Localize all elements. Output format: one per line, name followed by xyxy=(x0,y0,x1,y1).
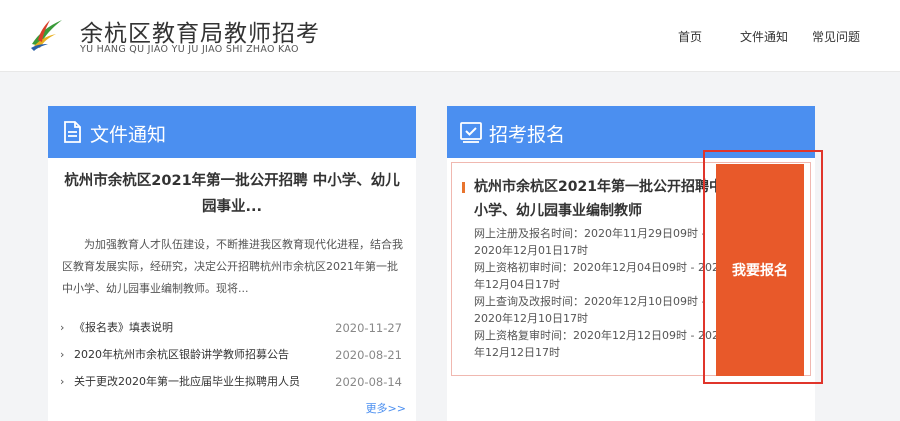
notice-title[interactable]: 关于更改2020年第一批应届毕业生拟聘用人员 xyxy=(74,372,300,392)
nav-home[interactable]: 首页 xyxy=(678,28,702,45)
chevron-right-icon: › xyxy=(60,321,65,334)
schedule-line: 网上查询及改报时间：2020年12月10日09时 - 2020年12月10日17… xyxy=(474,295,706,325)
nav-faq[interactable]: 常见问题 xyxy=(812,28,860,45)
site-title: 余杭区教育局教师招考 xyxy=(80,21,320,47)
chevron-right-icon: › xyxy=(60,375,65,388)
notice-list: › 《报名表》填表说明 2020-11-27 › 2020年杭州市余杭区银龄讲学… xyxy=(58,318,408,399)
notices-panel: 文件通知 杭州市余杭区2021年第一批公开招聘 中小学、幼儿园事业... 为加强… xyxy=(48,106,416,421)
highlight-box xyxy=(703,150,823,384)
chevron-right-icon: › xyxy=(60,348,65,361)
schedule-line: 网上注册及报名时间：2020年11月29日09时 - 2020年12月01日17… xyxy=(474,227,706,257)
logo-icon xyxy=(31,20,62,51)
featured-notice-summary: 为加强教育人才队伍建设，不断推进我区教育现代化进程，结合我区教育发展实际，经研究… xyxy=(62,238,403,295)
list-item[interactable]: › 《报名表》填表说明 2020-11-27 xyxy=(58,318,408,345)
notices-panel-title: 文件通知 xyxy=(90,124,167,146)
notice-date: 2020-11-27 xyxy=(335,321,402,335)
list-item[interactable]: › 关于更改2020年第一批应届毕业生拟聘用人员 2020-08-14 xyxy=(58,372,408,399)
notice-title[interactable]: 《报名表》填表说明 xyxy=(74,318,173,338)
featured-notice-title[interactable]: 杭州市余杭区2021年第一批公开招聘 中小学、幼儿园事业... xyxy=(58,168,406,220)
notices-panel-header: 文件通知 xyxy=(48,106,416,158)
site-header: 余杭区教育局教师招考 YU HANG QU JIAO YU JU JIAO SH… xyxy=(0,0,900,72)
schedule-line: 网上资格初审时间：2020年12月04日09时 - 2020年12月04日17时 xyxy=(474,261,726,291)
notice-title[interactable]: 2020年杭州市余杭区银龄讲学教师招募公告 xyxy=(74,345,289,365)
registration-panel-title: 招考报名 xyxy=(489,124,566,146)
site-subtitle: YU HANG QU JIAO YU JU JIAO SHI ZHAO KAO xyxy=(80,44,299,55)
document-icon xyxy=(64,121,81,143)
more-link[interactable]: 更多>> xyxy=(366,400,406,416)
notice-date: 2020-08-21 xyxy=(335,348,402,362)
exam-schedule: 网上注册及报名时间：2020年11月29日09时 - 2020年12月01日17… xyxy=(474,225,732,361)
nav-docs[interactable]: 文件通知 xyxy=(740,28,788,45)
exam-marker xyxy=(462,182,465,193)
checklist-icon xyxy=(460,122,482,143)
schedule-line: 网上资格复审时间：2020年12月12日09时 - 2020年12月12日17时 xyxy=(474,329,726,359)
list-item[interactable]: › 2020年杭州市余杭区银龄讲学教师招募公告 2020-08-21 xyxy=(58,345,408,372)
notice-date: 2020-08-14 xyxy=(335,375,402,389)
exam-title[interactable]: 杭州市余杭区2021年第一批公开招聘中小学、幼儿园事业编制教师 xyxy=(474,175,732,223)
